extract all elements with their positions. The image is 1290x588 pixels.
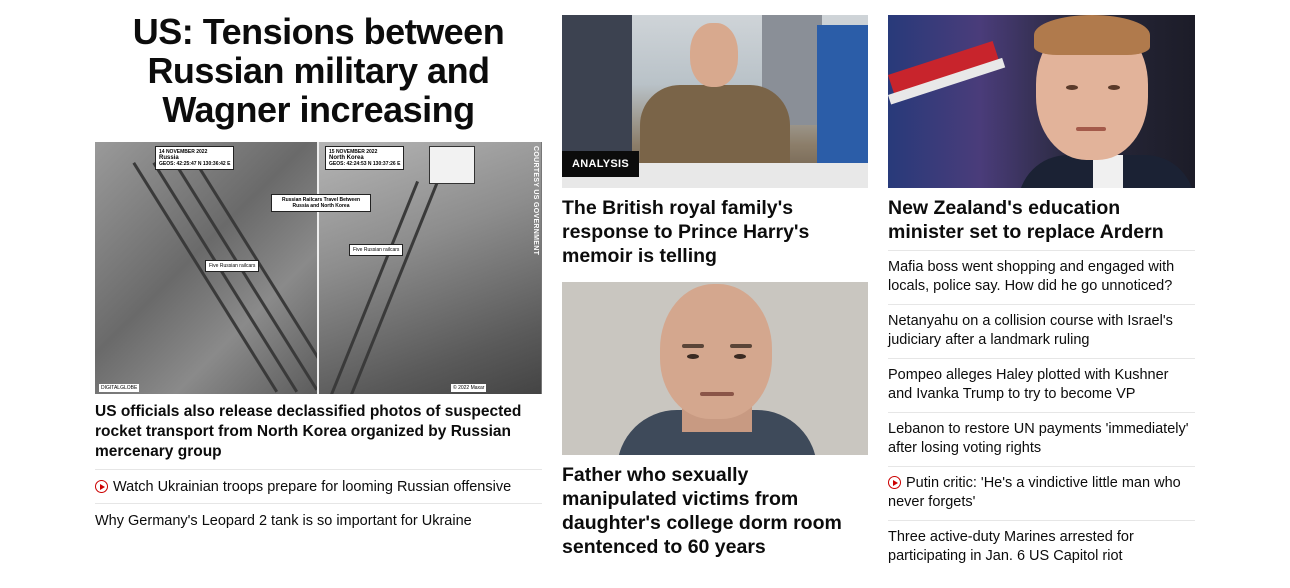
nz-minister-headline[interactable]: New Zealand's education minister set to … xyxy=(888,196,1195,244)
north-korea-label: 15 NOVEMBER 2022 North Korea GEOS: 42:24… xyxy=(325,146,405,170)
analysis-badge: ANALYSIS xyxy=(562,151,640,177)
lead-sub-headline[interactable]: US officials also release declassified p… xyxy=(95,402,542,462)
dorm-room-sentence-headline[interactable]: Father who sexually manipulated victims … xyxy=(562,463,868,559)
russia-label: 14 NOVEMBER 2022 Russia GEOS: 42:25:47 N… xyxy=(155,146,235,170)
list-item[interactable]: Putin critic: 'He's a vindictive little … xyxy=(888,466,1195,520)
headline-list: Mafia boss went shopping and engaged wit… xyxy=(888,250,1195,574)
list-item[interactable]: Three active-duty Marines arrested for p… xyxy=(888,520,1195,574)
right-railcar-marker: Five Russian railcars xyxy=(349,244,404,256)
play-video-icon xyxy=(95,480,108,493)
play-video-icon xyxy=(888,476,901,489)
list-item[interactable]: Netanyahu on a collision course with Isr… xyxy=(888,304,1195,358)
satellite-image-north-korea: 15 NOVEMBER 2022 North Korea GEOS: 42:24… xyxy=(319,142,541,394)
footer-right: © 2022 Maxar xyxy=(451,384,487,392)
lead-story: US: Tensions between Russian military an… xyxy=(95,12,542,529)
footer-left: DIGITALGLOBE xyxy=(99,384,140,392)
mugshot-photo[interactable] xyxy=(562,282,868,455)
royal-family-headline[interactable]: The British royal family's response to P… xyxy=(562,196,868,268)
nz-minister-photo[interactable] xyxy=(888,15,1195,188)
list-item[interactable]: Pompeo alleges Haley plotted with Kushne… xyxy=(888,358,1195,412)
satellite-image[interactable]: 14 NOVEMBER 2022 Russia GEOS: 42:25:47 N… xyxy=(95,142,542,394)
related-link-ukrainian-troops[interactable]: Watch Ukrainian troops prepare for loomi… xyxy=(95,469,542,497)
related-link-text: Watch Ukrainian troops prepare for loomi… xyxy=(113,479,512,495)
center-caption: Russian Railcars Travel Between Russia a… xyxy=(271,194,371,212)
inset-map xyxy=(429,146,475,184)
left-railcar-marker: Five Russian railcars xyxy=(205,260,260,272)
related-link-leopard-tank[interactable]: Why Germany's Leopard 2 tank is so impor… xyxy=(95,503,542,531)
list-item[interactable]: Lebanon to restore UN payments 'immediat… xyxy=(888,412,1195,466)
image-credit: COURTESY US GOVERNMENT xyxy=(532,146,539,256)
king-charles-photo[interactable]: ANALYSIS xyxy=(562,15,868,188)
related-link-text: Why Germany's Leopard 2 tank is so impor… xyxy=(95,513,472,529)
list-item[interactable]: Mafia boss went shopping and engaged wit… xyxy=(888,250,1195,304)
satellite-image-russia: 14 NOVEMBER 2022 Russia GEOS: 42:25:47 N… xyxy=(95,142,317,394)
lead-headline[interactable]: US: Tensions between Russian military an… xyxy=(95,12,542,129)
